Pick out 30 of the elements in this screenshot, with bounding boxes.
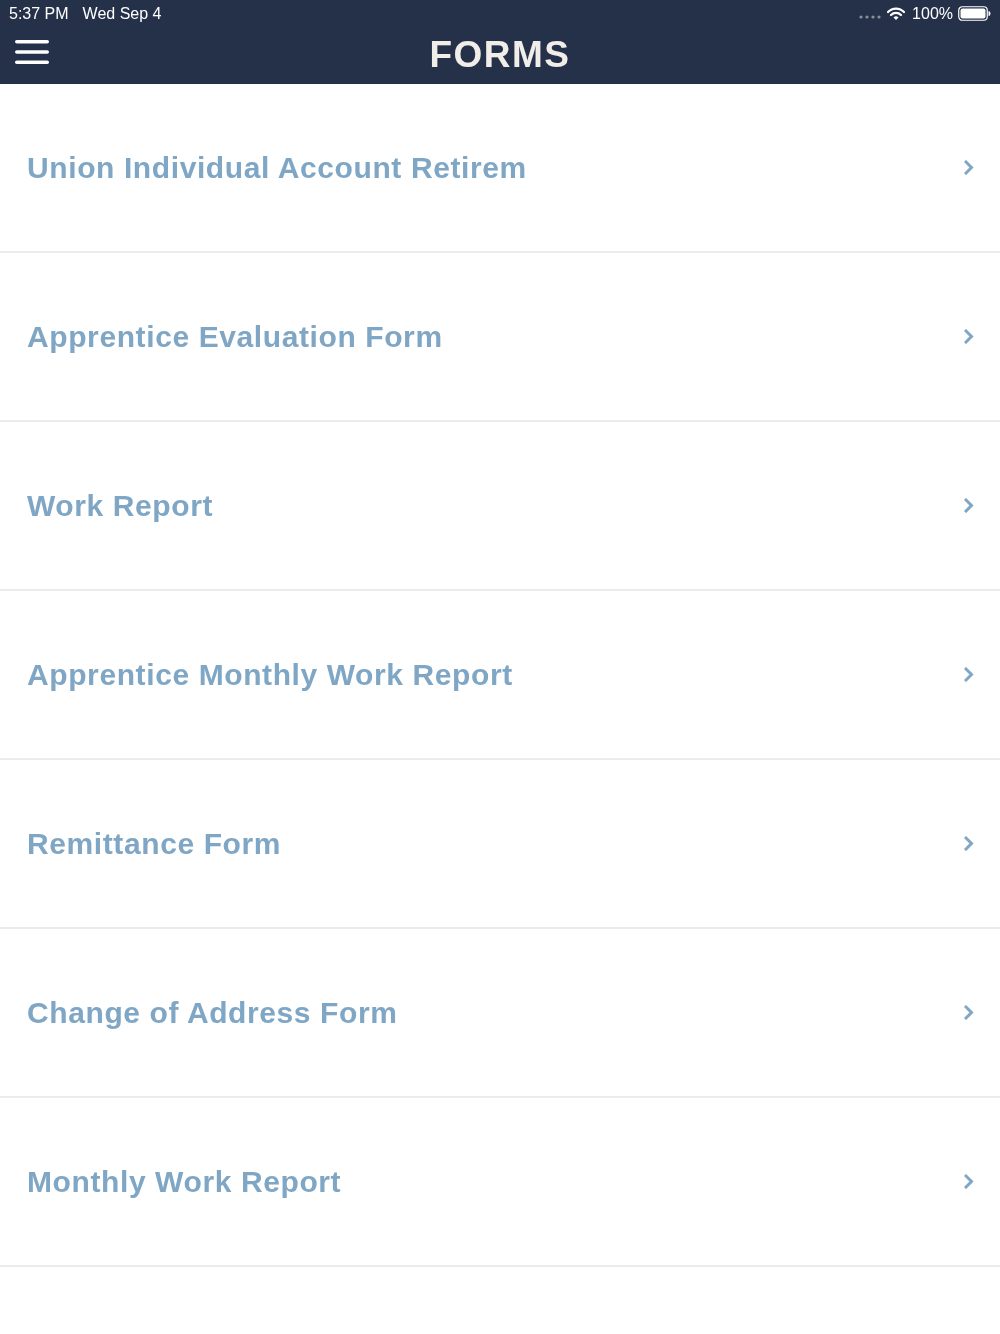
chevron-right-icon [964, 836, 974, 851]
status-time: 5:37 PM [9, 3, 69, 24]
wifi-icon [887, 6, 906, 21]
form-title: Change of Address Form [27, 995, 399, 1031]
battery-icon [958, 6, 991, 21]
form-list-item[interactable]: Change of Address Form [0, 929, 1000, 1098]
chevron-right-icon [964, 667, 974, 682]
menu-button[interactable] [15, 39, 49, 65]
status-date: Wed Sep 4 [82, 3, 162, 24]
chevron-right-icon [964, 329, 974, 344]
chevron-right-icon [964, 498, 974, 513]
form-list-item[interactable]: Monthly Work Report [0, 1098, 1000, 1267]
form-list-item[interactable]: Apprentice Evaluation Form [0, 253, 1000, 422]
chevron-right-icon [964, 1174, 974, 1189]
chevron-right-icon [964, 1005, 974, 1020]
form-title: Apprentice Evaluation Form [27, 319, 444, 355]
form-title: Monthly Work Report [27, 1164, 343, 1200]
form-title: Work Report [27, 488, 215, 524]
battery-percentage: 100% [912, 3, 953, 24]
form-list-item[interactable]: Remittance Form [0, 760, 1000, 929]
menu-icon [15, 40, 49, 64]
signal-icon [859, 14, 882, 19]
form-list-item[interactable]: Union Individual Account Retirem [0, 84, 1000, 253]
chevron-right-icon [964, 160, 974, 175]
form-title: Remittance Form [27, 826, 283, 862]
page-title: FORMS [429, 36, 571, 73]
form-title: Union Individual Account Retirem [27, 150, 528, 186]
form-list-item[interactable]: Apprentice Monthly Work Report [0, 591, 1000, 760]
form-title: Apprentice Monthly Work Report [27, 657, 514, 693]
form-list-item[interactable]: Work Report [0, 422, 1000, 591]
